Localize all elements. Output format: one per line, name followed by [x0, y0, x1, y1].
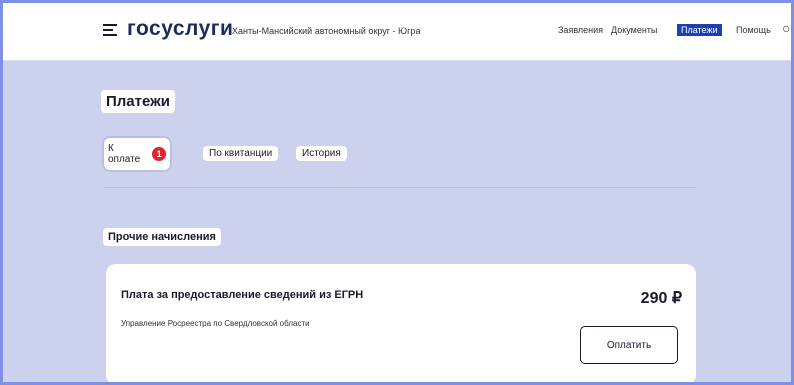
count-badge: 1: [152, 147, 166, 161]
section-title: Прочие начисления: [103, 228, 221, 246]
tab-history[interactable]: История: [296, 146, 347, 161]
tab-label: К оплате: [108, 143, 141, 165]
region-selector[interactable]: Ханты-Мансийский автономный округ - Югра: [232, 26, 420, 36]
pay-button[interactable]: Оплатить: [580, 326, 678, 364]
charge-title: Плата за предоставление сведений из ЕГРН: [121, 289, 364, 301]
charge-card: Плата за предоставление сведений из ЕГРН…: [106, 264, 696, 385]
gosuslugi-logo[interactable]: госуслуги: [127, 17, 233, 41]
top-header: госуслуги Ханты-Мансийский автономный ок…: [0, 0, 794, 61]
tab-to-pay[interactable]: К оплате 1: [104, 138, 170, 170]
nav-help[interactable]: Помощь: [736, 25, 771, 35]
page-title: Платежи: [101, 90, 175, 113]
nav-applications[interactable]: Заявления: [558, 25, 603, 35]
charge-provider: Управление Росреестра по Свердловской об…: [121, 319, 310, 328]
nav-documents[interactable]: Документы: [611, 25, 657, 35]
search-icon[interactable]: ○: [782, 20, 790, 36]
charge-amount: 290 ₽: [640, 290, 682, 307]
tab-by-receipt[interactable]: По квитанции: [203, 146, 279, 161]
menu-icon[interactable]: [103, 24, 117, 36]
nav-payments[interactable]: Платежи: [677, 24, 722, 36]
tabs-divider: [104, 187, 696, 188]
